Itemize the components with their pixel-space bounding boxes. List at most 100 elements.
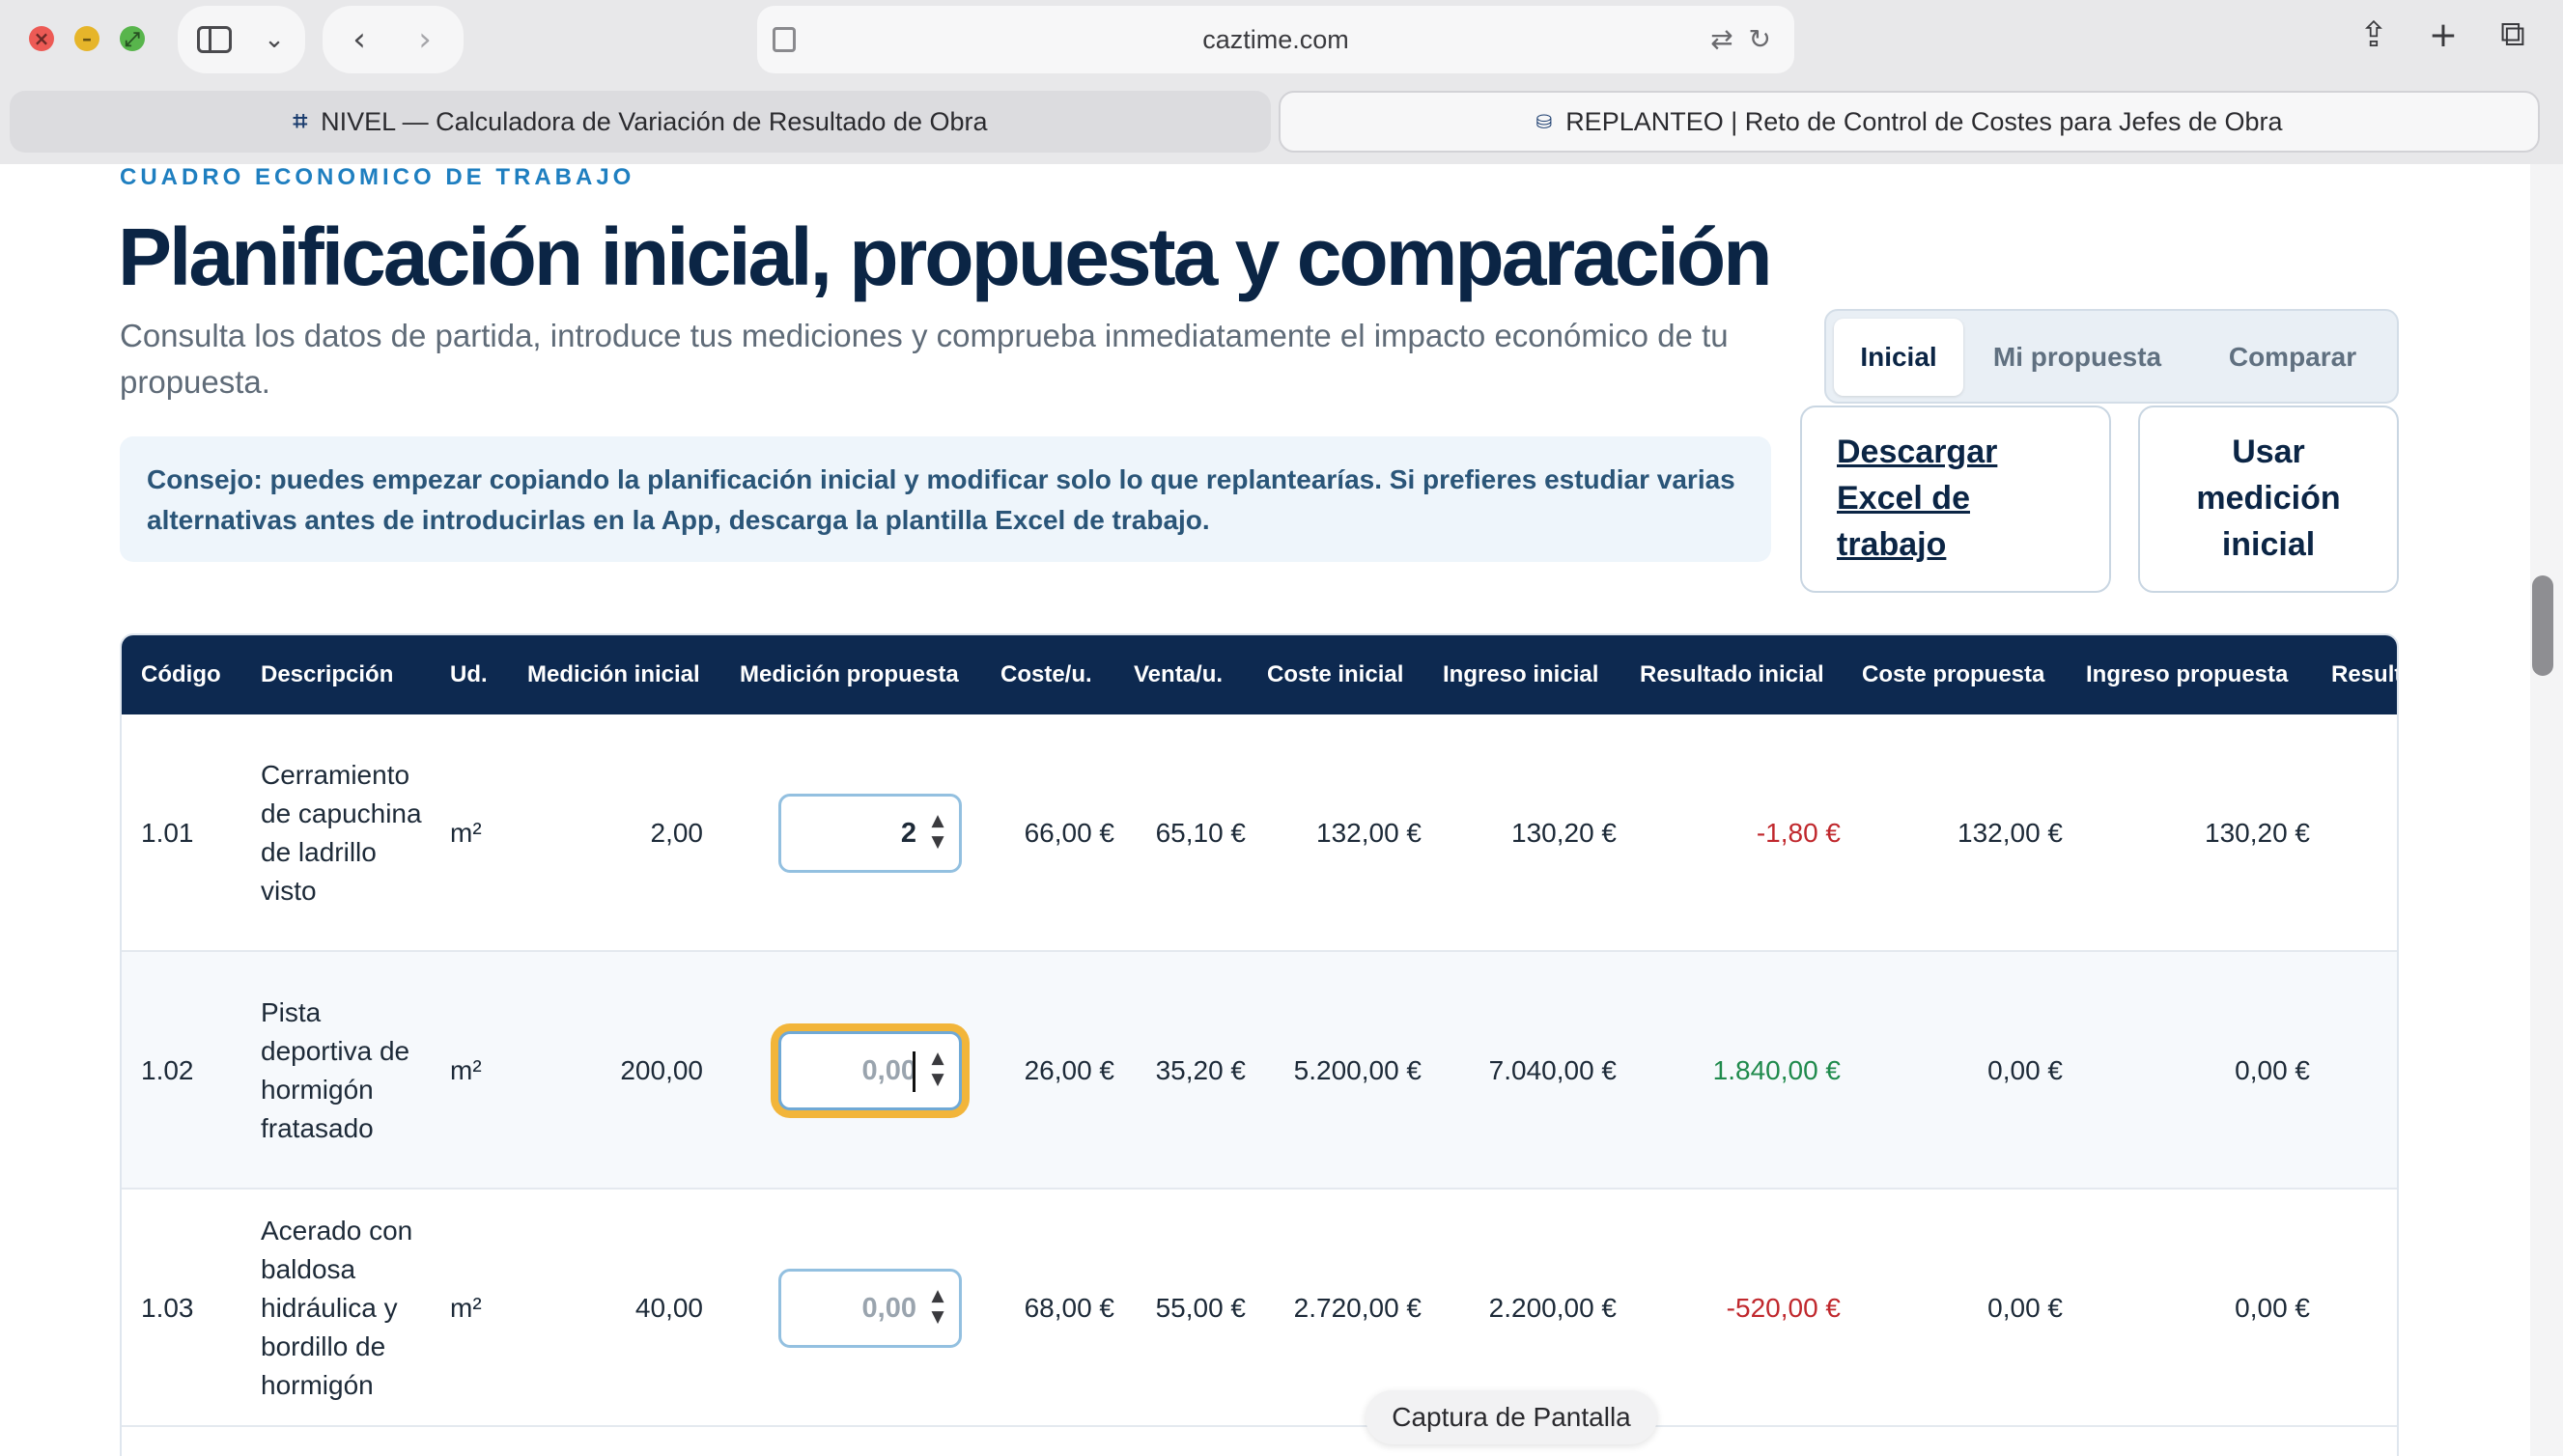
page-title: Planificación inicial, propuesta y compa…	[118, 211, 1773, 302]
tip-banner: Consejo: puedes empezar copiando la plan…	[120, 436, 1771, 562]
unit-cell: m²	[450, 1055, 482, 1085]
cost-proposed-cell: 0,00 €	[1987, 1293, 2063, 1323]
fullscreen-icon: ⤢	[125, 27, 140, 50]
browser-tab-replanteo[interactable]: ⛁ REPLANTEO | Reto de Control de Costes …	[1279, 91, 2540, 153]
proposed-qty-input[interactable]: 0,00 ▲ ▼	[778, 1269, 962, 1348]
table-row: 1.02 Pista deportiva de hormigón fratasa…	[122, 952, 2397, 1190]
stepper-icon[interactable]: ▲ ▼	[926, 1048, 949, 1094]
tab-comparar[interactable]: Comparar	[2191, 319, 2394, 396]
result-initial-cell: 1.840,00 €	[1712, 1055, 1841, 1085]
sidebar-icon	[197, 26, 232, 53]
column-header: Ingreso propuesta	[2086, 661, 2289, 687]
sidebar-control: ⌄	[178, 6, 305, 73]
chevron-left-icon: ‹	[352, 20, 366, 59]
result-initial-cell: -520,00 €	[1726, 1293, 1841, 1323]
stepper-icon[interactable]: ▲ ▼	[926, 1285, 949, 1331]
sale-unit-cell: 65,10 €	[1155, 818, 1246, 848]
translate-icon[interactable]: ⇄	[1710, 23, 1732, 55]
unit-cell: m²	[450, 1293, 482, 1323]
description-cell: Acerado con baldosa hidráulica y bordill…	[261, 1216, 413, 1400]
tab-inicial[interactable]: Inicial	[1834, 319, 1963, 396]
table-row: 1.01 Cerramiento de capuchina de ladrill…	[122, 714, 2397, 952]
code-cell: 1.02	[141, 1055, 194, 1085]
cost-initial-cell: 132,00 €	[1316, 818, 1422, 848]
cost-unit-cell: 66,00 €	[1024, 818, 1114, 848]
navigation-controls: ‹ ›	[323, 6, 464, 73]
proposed-qty-placeholder: 0,00	[861, 1293, 916, 1324]
use-initial-measurement-button[interactable]: Usar medición inicial	[2138, 406, 2399, 593]
stepper-icon[interactable]: ▲ ▼	[926, 810, 949, 856]
column-header: Ud.	[450, 661, 488, 687]
proposed-qty-input[interactable]: 0,00 ▲ ▼	[778, 1031, 962, 1110]
result-initial-cell: -1,80 €	[1756, 818, 1841, 848]
back-button[interactable]: ‹	[330, 6, 388, 73]
code-cell: 1.01	[141, 818, 194, 848]
chevron-down-icon: ⌄	[264, 25, 285, 54]
view-switch: Inicial Mi propuesta Comparar	[1824, 309, 2399, 404]
share-icon[interactable]: ⇪	[2352, 14, 2395, 56]
column-header: Result	[2331, 661, 2399, 687]
column-header: Medición inicial	[527, 661, 700, 687]
column-header: Resultado inicial	[1640, 661, 1824, 687]
column-header: Descripción	[261, 661, 394, 687]
cost-proposed-cell: 132,00 €	[1957, 818, 2063, 848]
new-tab-icon[interactable]: +	[2422, 14, 2464, 56]
page-scrollbar[interactable]	[2530, 164, 2563, 1456]
column-header: Coste/u.	[1000, 661, 1092, 687]
forward-button[interactable]: ›	[396, 6, 454, 73]
page-subtitle: Consulta los datos de partida, introduce…	[120, 318, 1729, 400]
cost-proposed-cell: 0,00 €	[1987, 1055, 2063, 1085]
close-window-button[interactable]: ×	[29, 26, 54, 51]
table-header: Código Descripción Ud. Medición inicial …	[122, 635, 2399, 714]
scrollbar-thumb[interactable]	[2532, 575, 2553, 676]
minimize-icon: –	[82, 27, 92, 50]
tab-overview-icon[interactable]: ⧉	[2492, 14, 2534, 56]
proposed-qty-value: 2	[900, 818, 916, 849]
replanteo-icon: ⛁	[1535, 110, 1553, 133]
column-header: Coste propuesta	[1862, 661, 2045, 687]
description-cell: Pista deportiva de hormigón fratasado	[261, 997, 410, 1143]
fullscreen-window-button[interactable]: ⤢	[120, 26, 145, 51]
close-icon: ×	[33, 27, 50, 50]
initial-qty-cell: 200,00	[620, 1055, 703, 1085]
proposed-qty-placeholder: 0,00	[861, 1055, 916, 1086]
column-header: Medición propuesta	[740, 661, 959, 687]
column-header: Venta/u.	[1134, 661, 1224, 687]
description-cell: Cerramiento de capuchina de ladrillo vis…	[261, 760, 422, 906]
reload-icon[interactable]: ↻	[1749, 23, 1771, 55]
tab-mi-propuesta[interactable]: Mi propuesta	[1971, 319, 2183, 396]
url-text: caztime.com	[1202, 25, 1349, 54]
code-cell: 1.03	[141, 1293, 194, 1323]
text-caret	[913, 1051, 915, 1092]
sale-unit-cell: 35,20 €	[1155, 1055, 1246, 1085]
tab-title: NIVEL — Calculadora de Variación de Resu…	[321, 106, 988, 136]
minimize-window-button[interactable]: –	[74, 26, 99, 51]
browser-tab-nivel[interactable]: ⌗ NIVEL — Calculadora de Variación de Re…	[10, 91, 1271, 153]
tab-group-menu-button[interactable]: ⌄	[245, 6, 303, 73]
sale-unit-cell: 55,00 €	[1155, 1293, 1246, 1323]
cost-initial-cell: 5.200,00 €	[1293, 1055, 1422, 1085]
screenshot-toast: Captura de Pantalla	[1366, 1390, 1657, 1444]
income-initial-cell: 130,20 €	[1511, 818, 1617, 848]
page-content: CUADRO ECONOMICO DE TRABAJO Planificació…	[0, 164, 2530, 1456]
chevron-right-icon: ›	[418, 20, 432, 59]
tab-title: REPLANTEO | Reto de Control de Costes pa…	[1565, 106, 2283, 136]
section-eyebrow: CUADRO ECONOMICO DE TRABAJO	[120, 164, 635, 190]
browser-chrome: × – ⤢ ⌄ ‹ › caztime.com ⇄ ↻ ⇪ + ⧉ ⌗ NIVE…	[0, 0, 2563, 164]
initial-qty-cell: 2,00	[650, 818, 704, 848]
cost-unit-cell: 26,00 €	[1024, 1055, 1114, 1085]
sidebar-toggle-button[interactable]	[185, 6, 243, 73]
income-initial-cell: 7.040,00 €	[1488, 1055, 1617, 1085]
budget-table: Código Descripción Ud. Medición inicial …	[120, 633, 2399, 1456]
download-excel-button[interactable]: Descargar Excel de trabajo	[1800, 406, 2111, 593]
unit-cell: m²	[450, 818, 482, 848]
column-header: Coste inicial	[1267, 661, 1404, 687]
initial-qty-cell: 40,00	[634, 1293, 703, 1323]
column-header: Ingreso inicial	[1443, 661, 1599, 687]
cost-unit-cell: 68,00 €	[1024, 1293, 1114, 1323]
address-bar[interactable]: caztime.com ⇄ ↻	[757, 6, 1794, 73]
proposed-qty-input[interactable]: 2 ▲ ▼	[778, 794, 962, 873]
income-proposed-cell: 130,20 €	[2205, 818, 2310, 848]
nivel-icon: ⌗	[293, 106, 308, 136]
column-header: Código	[141, 661, 221, 687]
